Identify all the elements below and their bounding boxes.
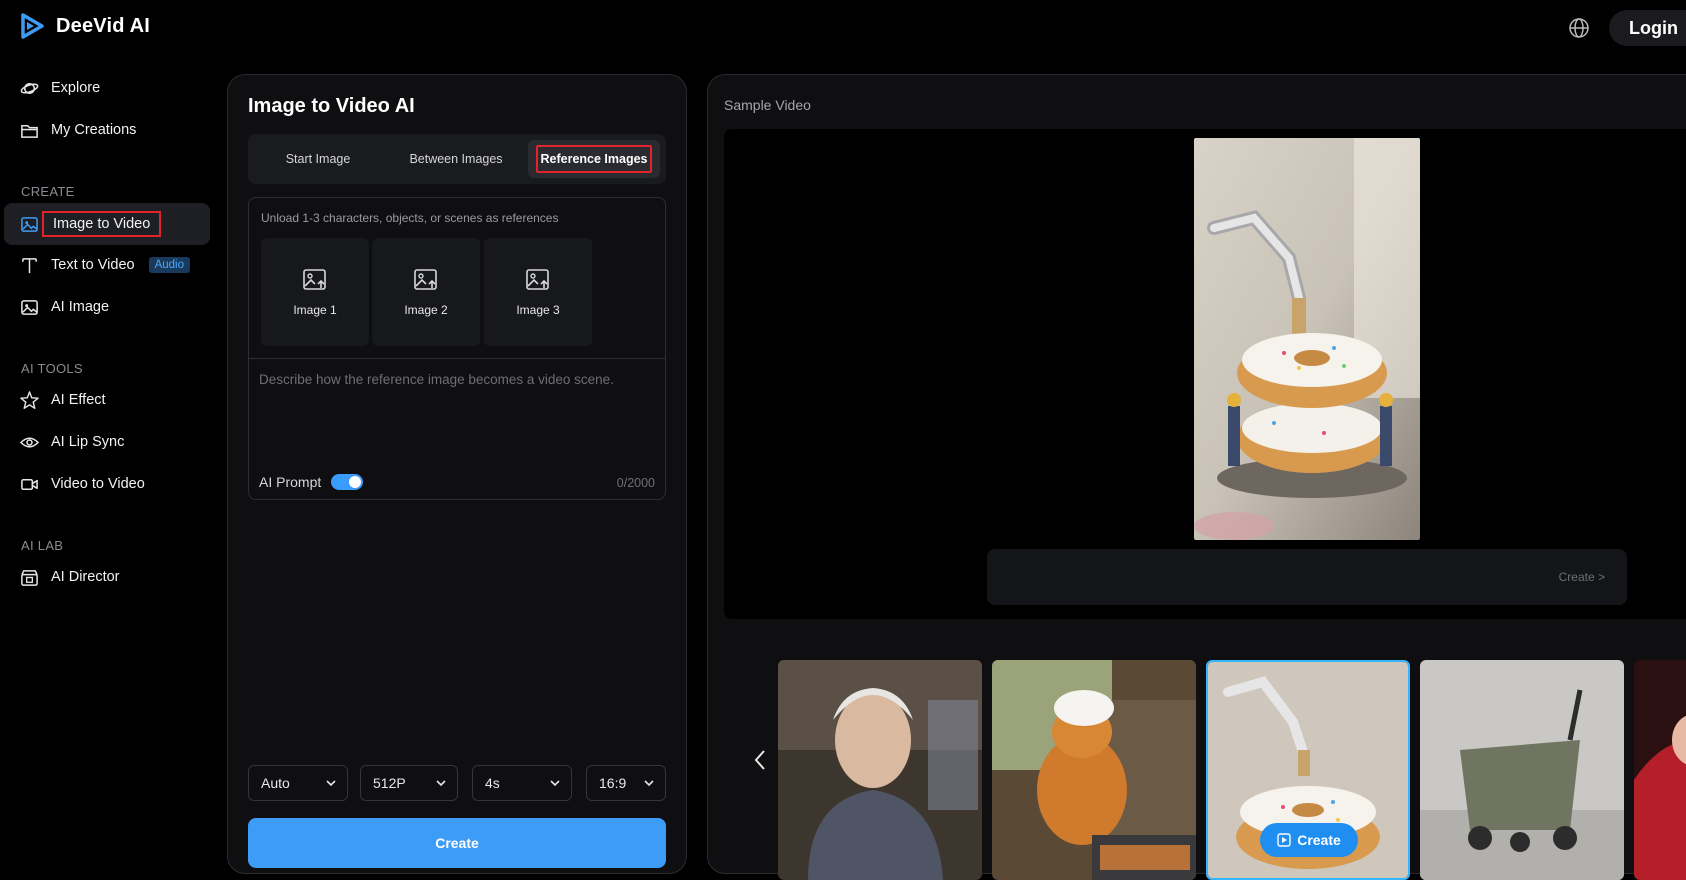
sparkle-icon	[20, 390, 39, 409]
duration-select-value: 4s	[485, 775, 500, 791]
tab-start-image[interactable]: Start Image	[248, 140, 388, 178]
image-upload-icon	[414, 269, 437, 290]
play-logo-icon	[21, 13, 44, 39]
aspect-ratio-select-value: 16:9	[599, 775, 627, 791]
chevron-left-icon[interactable]	[753, 748, 767, 772]
sidebar-item-label: AI Image	[51, 299, 110, 315]
divider	[249, 358, 665, 359]
globe-icon[interactable]	[1568, 17, 1590, 39]
section-label-create: CREATE	[21, 184, 75, 199]
sidebar-item-label: AI Director	[51, 569, 120, 585]
section-label-ai-lab: AI LAB	[21, 538, 64, 553]
slot-label: Image 3	[516, 303, 560, 317]
image-slot-3[interactable]: Image 3	[484, 238, 592, 346]
create-button[interactable]: Create	[248, 818, 666, 868]
options-row: Auto 512P 4s 16:9	[248, 765, 666, 801]
sidebar-item-label: My Creations	[51, 122, 137, 138]
page-title: Image to Video AI	[248, 95, 415, 117]
sidebar-item-label: Video to Video	[51, 476, 145, 492]
login-button[interactable]: Login	[1609, 10, 1686, 46]
sidebar-item-text-to-video[interactable]: Text to Video Audio	[0, 244, 211, 286]
app-name: DeeVid AI	[56, 14, 151, 37]
tab-between-images[interactable]: Between Images	[388, 140, 524, 178]
image-slot-1[interactable]: Image 1	[261, 238, 369, 346]
image-upload-icon	[303, 269, 326, 290]
chevron-down-icon	[550, 780, 560, 787]
ai-prompt-row: AI Prompt	[259, 474, 364, 490]
aspect-ratio-select[interactable]: 16:9	[586, 765, 666, 801]
thumbnail-create-button[interactable]: Create	[1260, 823, 1358, 857]
model-select[interactable]: Auto	[248, 765, 348, 801]
image-upload-icon	[526, 269, 549, 290]
slot-label: Image 2	[404, 303, 448, 317]
text-icon	[22, 257, 37, 273]
eye-icon	[20, 436, 39, 448]
prompt-input[interactable]: Describe how the reference image becomes…	[259, 372, 614, 387]
model-select-value: Auto	[261, 775, 290, 791]
upload-hint: Unload 1-3 characters, objects, or scene…	[261, 211, 559, 225]
sidebar-item-my-creations[interactable]: My Creations	[0, 109, 211, 151]
resolution-select[interactable]: 512P	[360, 765, 458, 801]
chef-cat-image	[992, 660, 1196, 880]
mode-tabs: Start Image Between Images Reference Ima…	[248, 134, 666, 184]
sample-thumbnail-elderly-woman[interactable]	[778, 660, 982, 880]
image-icon	[21, 216, 38, 232]
sample-video-panel: Sample Video Create > Create	[707, 74, 1686, 880]
logo[interactable]: DeeVid AI	[18, 12, 150, 40]
reference-upload-box: Unload 1-3 characters, objects, or scene…	[248, 197, 666, 500]
play-square-icon	[1277, 833, 1291, 847]
folder-icon	[21, 124, 38, 138]
generation-panel: Image to Video AI Start Image Between Im…	[227, 74, 687, 874]
sample-thumbnail-chef-cat[interactable]	[992, 660, 1196, 880]
prompt-preview-bar: Create >	[987, 549, 1627, 605]
sample-video-title: Sample Video	[724, 97, 811, 113]
image-slot-2[interactable]: Image 2	[372, 238, 480, 346]
video-stage: Create >	[724, 129, 1686, 619]
sample-thumbnail-donut-robot[interactable]: Create	[1206, 660, 1410, 880]
chevron-down-icon	[326, 780, 336, 787]
highlight-box	[536, 145, 652, 173]
sidebar-item-label: AI Lip Sync	[51, 434, 125, 450]
slot-label: Image 1	[293, 303, 337, 317]
resolution-select-value: 512P	[373, 775, 406, 791]
folding-wagon-image	[1420, 660, 1624, 880]
sidebar-item-ai-director[interactable]: AI Director	[0, 556, 211, 598]
sidebar-item-explore[interactable]: Explore	[0, 67, 211, 109]
sidebar-item-label: Explore	[51, 80, 101, 96]
sidebar-item-ai-effect[interactable]: AI Effect	[0, 379, 211, 421]
video-camera-icon	[21, 478, 38, 490]
duration-select[interactable]: 4s	[472, 765, 572, 801]
sidebar-item-image-to-video[interactable]: Image to Video	[4, 203, 210, 245]
sidebar-item-label: AI Effect	[51, 392, 106, 408]
chevron-down-icon	[644, 780, 654, 787]
planet-icon	[20, 82, 39, 94]
sidebar-item-label: Text to Video	[51, 257, 135, 273]
sidebar-item-label: Image to Video	[42, 211, 162, 237]
sidebar-item-ai-lip-sync[interactable]: AI Lip Sync	[0, 421, 211, 463]
create-link[interactable]: Create >	[1559, 570, 1605, 584]
sample-thumbnail-partial[interactable]	[1634, 660, 1686, 880]
sidebar-item-video-to-video[interactable]: Video to Video	[0, 463, 211, 505]
red-dress-image	[1634, 660, 1686, 880]
ai-prompt-label: AI Prompt	[259, 474, 322, 490]
ai-prompt-toggle[interactable]	[331, 474, 364, 490]
clapperboard-icon	[21, 569, 38, 586]
thumbnail-create-label: Create	[1297, 832, 1341, 848]
tab-reference-images[interactable]: Reference Images	[528, 140, 660, 178]
elderly-woman-image	[778, 660, 982, 880]
ai-image-icon	[21, 299, 38, 315]
audio-badge: Audio	[148, 257, 190, 273]
section-label-ai-tools: AI TOOLS	[21, 361, 83, 376]
sidebar-item-ai-image[interactable]: AI Image	[0, 286, 211, 328]
chevron-down-icon	[436, 780, 446, 787]
donut-robot-video-frame	[1194, 138, 1420, 540]
sample-thumbnail-wagon[interactable]	[1420, 660, 1624, 880]
sample-video-player[interactable]	[1194, 138, 1420, 540]
char-counter: 0/2000	[616, 476, 655, 490]
